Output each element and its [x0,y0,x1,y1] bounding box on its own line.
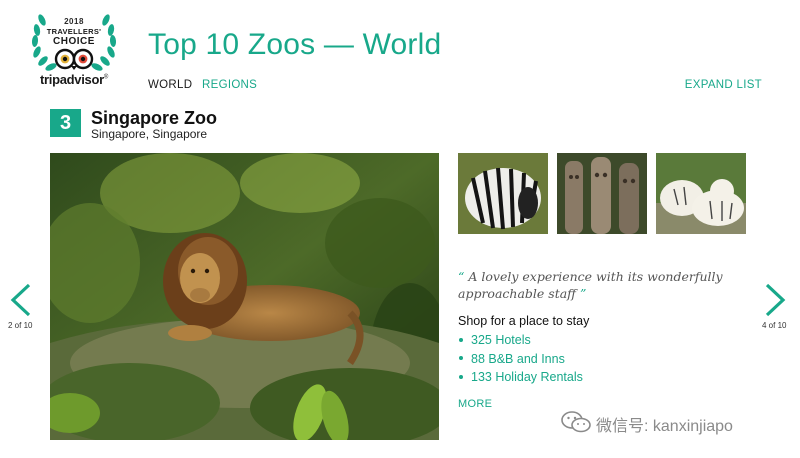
bullet-icon [459,356,463,361]
trademark-symbol: ® [103,74,108,81]
rank-badge: 3 [50,109,81,137]
wechat-icon [561,411,591,433]
stay-item-bnb: 88 B&B and Inns [458,350,583,369]
chevron-left-icon [10,283,31,317]
badge-year: 2018 [64,17,84,26]
main-photo-lion[interactable] [50,153,439,440]
page-title: Top 10 Zoos — World [148,28,442,61]
thumbnail-white-tigers[interactable] [656,153,746,234]
attraction-name[interactable]: Singapore Zoo [91,108,217,129]
bnb-link[interactable]: 88 B&B and Inns [471,352,565,366]
tab-regions[interactable]: REGIONS [202,79,257,91]
wechat-watermark: 微信号: kanxinjiapo [560,411,733,435]
quote-close-mark: ” [580,286,587,301]
next-page-indicator: 4 of 10 [762,321,787,330]
brand-name: tripadvisor [39,72,104,87]
stay-item-rentals: 133 Holiday Rentals [458,368,583,387]
watermark-text: 微信号: kanxinjiapo [596,418,733,435]
expand-list-link[interactable]: EXPAND LIST [685,79,762,91]
hotels-link[interactable]: 325 Hotels [471,333,531,347]
thumbnail-totems[interactable] [557,153,647,234]
badge-travellers: TRAVELLERS' [46,27,102,36]
quote-text: A lovely experience with its wonderfully… [458,269,723,301]
tripadvisor-logo: tripadvisor® [28,72,120,87]
attraction-location: Singapore, Singapore [91,127,208,141]
tab-world[interactable]: WORLD [148,79,192,91]
quote-open-mark: “ [458,269,465,284]
thumbnail-zebra[interactable] [458,153,548,234]
bullet-icon [459,337,463,342]
shop-heading: Shop for a place to stay [458,314,590,328]
stay-list: 325 Hotels 88 B&B and Inns 133 Holiday R… [458,331,583,387]
previous-button[interactable] [8,282,34,318]
owl-logo-icon [54,48,94,70]
next-button[interactable] [762,282,788,318]
stay-item-hotels: 325 Hotels [458,331,583,350]
travellers-choice-badge: 2018 TRAVELLERS' CHOICE tripadvisor® [28,8,120,90]
bullet-icon [459,374,463,379]
badge-choice: CHOICE [53,36,95,47]
holiday-rentals-link[interactable]: 133 Holiday Rentals [471,370,583,384]
review-quote: “ A lovely experience with its wonderful… [458,268,758,302]
more-link[interactable]: MORE [458,398,492,410]
chevron-right-icon [765,283,786,317]
previous-page-indicator: 2 of 10 [8,321,33,330]
